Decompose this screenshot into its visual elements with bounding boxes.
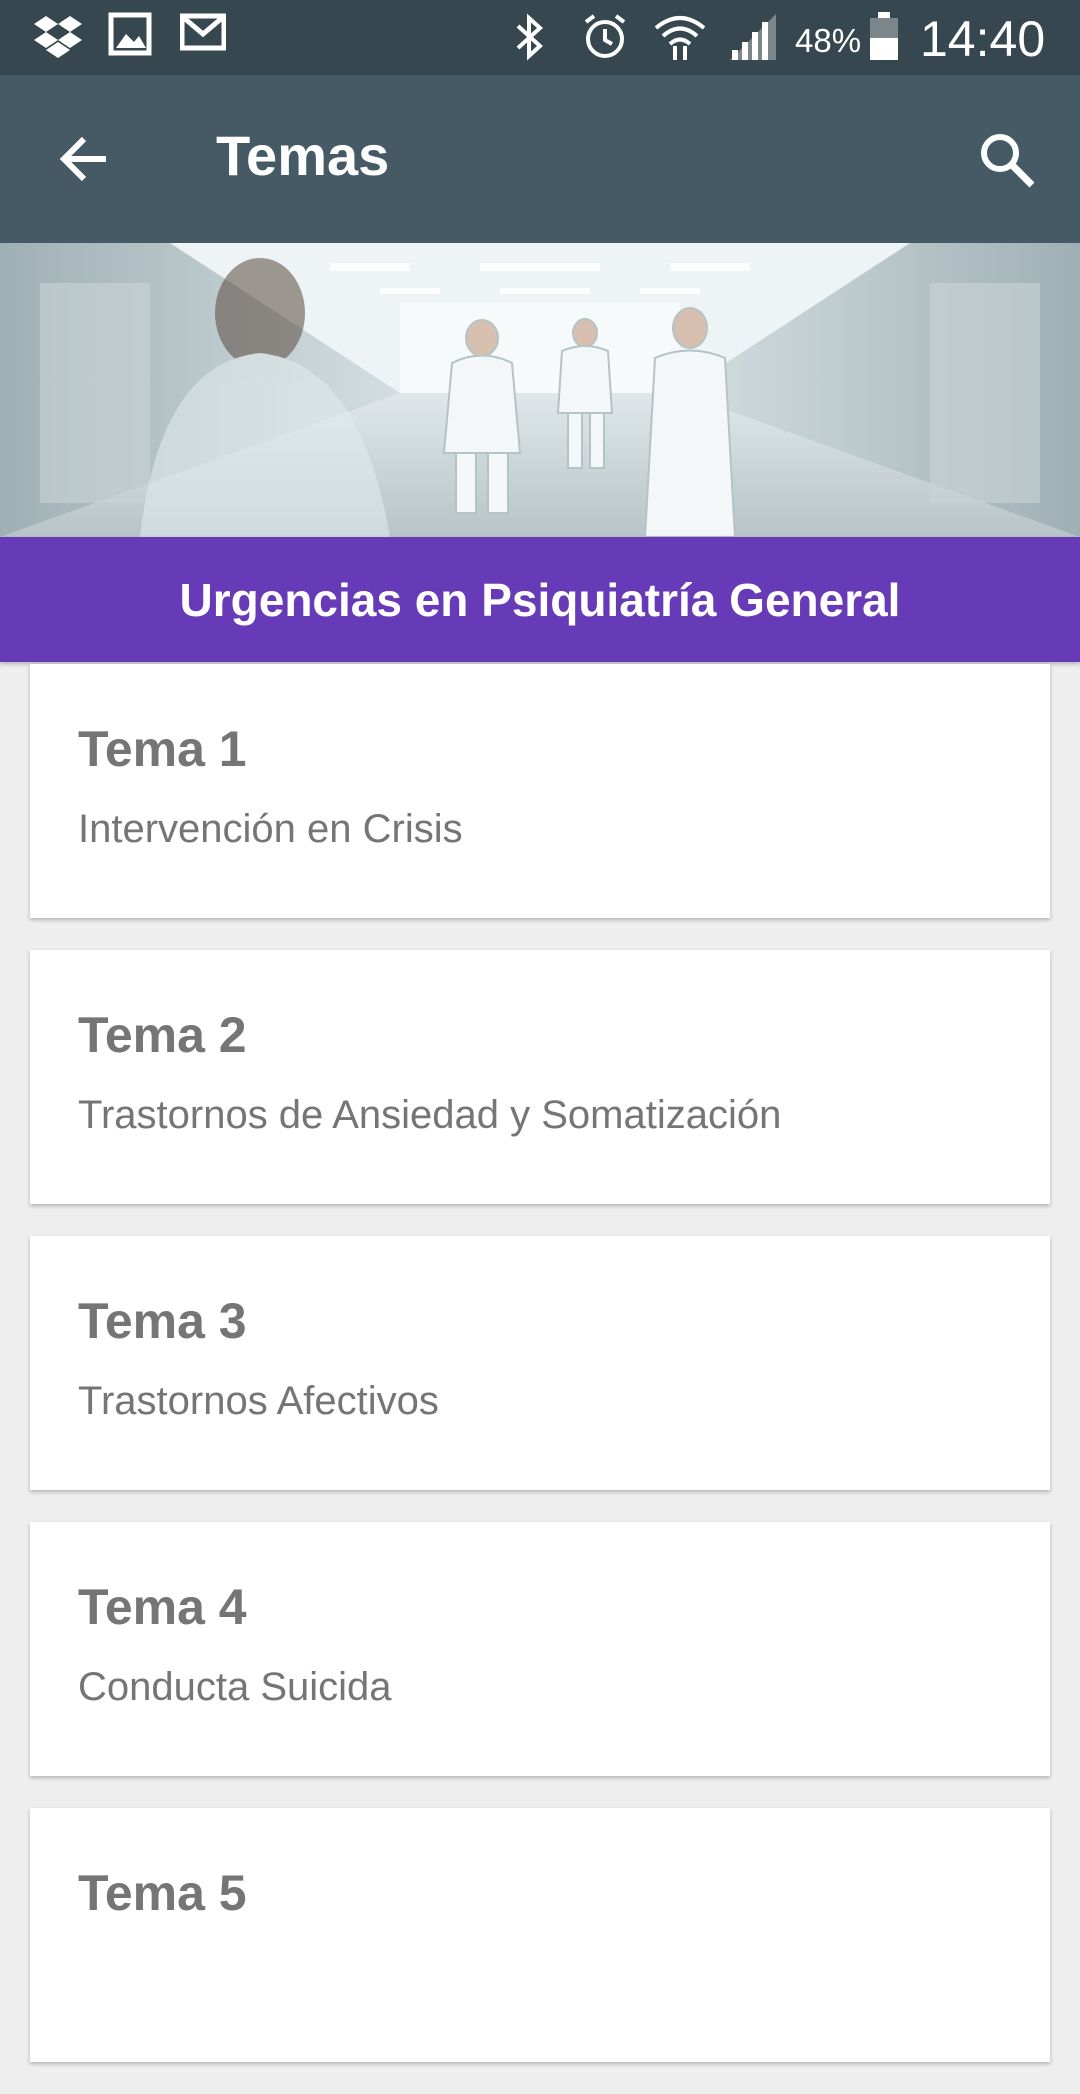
topic-title: Tema 4	[78, 1579, 247, 1635]
topic-card-4[interactable]: Tema 4 Conducta Suicida	[30, 1522, 1050, 1776]
bluetooth-icon	[512, 12, 548, 67]
topic-title: Tema 2	[78, 1007, 247, 1063]
battery-icon	[868, 12, 900, 67]
dropbox-icon	[34, 12, 82, 65]
search-icon[interactable]	[978, 131, 1036, 194]
topic-card-2[interactable]: Tema 2 Trastornos de Ansiedad y Somatiza…	[30, 950, 1050, 1204]
course-title: Urgencias en Psiquiatría General	[179, 573, 901, 626]
gallery-icon	[108, 12, 152, 61]
signal-icon	[728, 12, 778, 67]
alarm-icon	[580, 12, 630, 67]
topic-title: Tema 5	[78, 1865, 247, 1921]
topic-subtitle: Intervención en Crisis	[78, 807, 463, 851]
status-bar: 48% 14:40	[0, 0, 1080, 75]
battery-percent: 48%	[795, 22, 862, 59]
topic-card-3[interactable]: Tema 3 Trastornos Afectivos	[30, 1236, 1050, 1490]
topic-list: Tema 1 Intervención en Crisis Tema 2 Tra…	[30, 664, 1050, 2094]
topic-subtitle: Trastornos Afectivos	[78, 1379, 439, 1423]
topic-card-5[interactable]: Tema 5	[30, 1808, 1050, 2062]
topic-card-1[interactable]: Tema 1 Intervención en Crisis	[30, 664, 1050, 918]
app-bar: Temas	[0, 75, 1080, 243]
course-banner: Urgencias en Psiquiatría General	[0, 537, 1080, 662]
wifi-icon	[652, 12, 708, 67]
topic-subtitle: Trastornos de Ansiedad y Somatización	[78, 1093, 782, 1137]
clock: 14:40	[920, 11, 1046, 67]
topic-title: Tema 1	[78, 721, 247, 777]
page-title: Temas	[216, 124, 390, 187]
arrow-back-icon[interactable]	[58, 133, 110, 190]
topic-subtitle: Conducta Suicida	[78, 1665, 392, 1709]
gmail-icon	[179, 12, 227, 57]
topic-title: Tema 3	[78, 1293, 247, 1349]
hero-image	[0, 243, 1080, 537]
